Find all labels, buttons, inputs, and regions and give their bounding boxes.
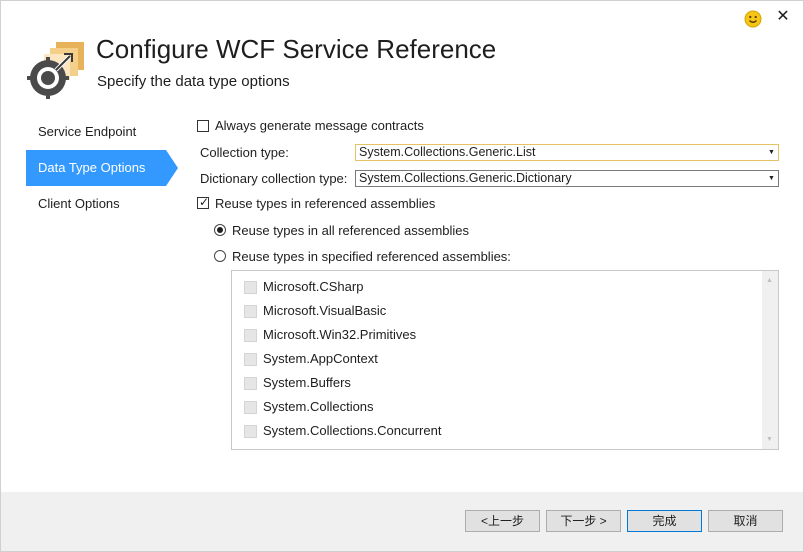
page-subtitle: Specify the data type options xyxy=(97,73,290,90)
assemblies-list[interactable]: Microsoft.CSharp Microsoft.VisualBasic M… xyxy=(231,270,779,450)
reuse-all-label[interactable]: Reuse types in all referenced assemblies xyxy=(232,223,469,238)
wcf-service-reference-icon xyxy=(26,40,88,102)
reuse-all-radio[interactable] xyxy=(214,224,226,236)
page-title: Configure WCF Service Reference xyxy=(96,34,497,64)
reuse-types-checkbox[interactable]: ✓ xyxy=(197,195,210,209)
assembly-name: System.Collections xyxy=(263,399,374,414)
nav-item-data-type-options[interactable]: Data Type Options xyxy=(26,150,166,186)
assembly-name: System.Collections.Concurrent xyxy=(263,423,442,438)
radio-selected-dot xyxy=(217,227,223,233)
assembly-name: Microsoft.Win32.Primitives xyxy=(263,327,417,342)
reuse-specified-label[interactable]: Reuse types in specified referenced asse… xyxy=(232,249,511,264)
assembly-checkbox xyxy=(244,353,257,366)
next-button[interactable]: 下一步 > xyxy=(546,510,621,532)
assembly-checkbox xyxy=(244,305,257,318)
reuse-types-label[interactable]: Reuse types in referenced assemblies xyxy=(215,196,435,211)
nav-item-label: Service Endpoint xyxy=(38,124,137,139)
collection-type-label: Collection type: xyxy=(200,145,289,160)
chevron-down-icon[interactable]: ▼ xyxy=(764,171,778,186)
checkmark-icon: ✓ xyxy=(199,195,210,209)
assembly-checkbox xyxy=(244,281,257,294)
always-generate-checkbox[interactable] xyxy=(197,120,209,132)
nav-selection-arrow xyxy=(166,150,178,186)
nav-item-service-endpoint[interactable]: Service Endpoint xyxy=(26,114,166,150)
assembly-checkbox xyxy=(244,425,257,438)
chevron-down-icon[interactable]: ▼ xyxy=(764,145,778,160)
assembly-name: System.Buffers xyxy=(263,375,351,390)
collection-type-value: System.Collections.Generic.List xyxy=(359,145,536,159)
finish-button[interactable]: 完成 xyxy=(627,510,702,532)
vertical-scrollbar[interactable]: ▲ ▼ xyxy=(762,271,778,449)
nav-item-label: Data Type Options xyxy=(38,160,146,175)
previous-button[interactable]: <上一步 xyxy=(465,510,540,532)
always-generate-label[interactable]: Always generate message contracts xyxy=(215,118,424,133)
assembly-name: Microsoft.VisualBasic xyxy=(263,303,387,318)
nav-item-label: Client Options xyxy=(38,196,120,211)
assembly-name: Microsoft.CSharp xyxy=(263,279,364,294)
scroll-up-icon[interactable]: ▲ xyxy=(766,277,773,284)
scroll-down-icon[interactable]: ▼ xyxy=(766,436,773,443)
cancel-button[interactable]: 取消 xyxy=(708,510,783,532)
close-icon[interactable]: ✕ xyxy=(774,7,792,27)
assembly-checkbox xyxy=(244,329,257,342)
assembly-checkbox xyxy=(244,401,257,414)
assembly-name: System.AppContext xyxy=(263,351,378,366)
dictionary-type-select[interactable]: System.Collections.Generic.Dictionary ▼ xyxy=(355,170,779,187)
reuse-specified-radio[interactable] xyxy=(214,250,226,262)
smiley-feedback-icon[interactable] xyxy=(744,10,762,28)
dictionary-type-value: System.Collections.Generic.Dictionary xyxy=(359,171,572,185)
dictionary-type-label: Dictionary collection type: xyxy=(200,171,348,186)
nav-item-client-options[interactable]: Client Options xyxy=(26,186,166,222)
assembly-checkbox xyxy=(244,377,257,390)
collection-type-select[interactable]: System.Collections.Generic.List ▼ xyxy=(355,144,779,161)
